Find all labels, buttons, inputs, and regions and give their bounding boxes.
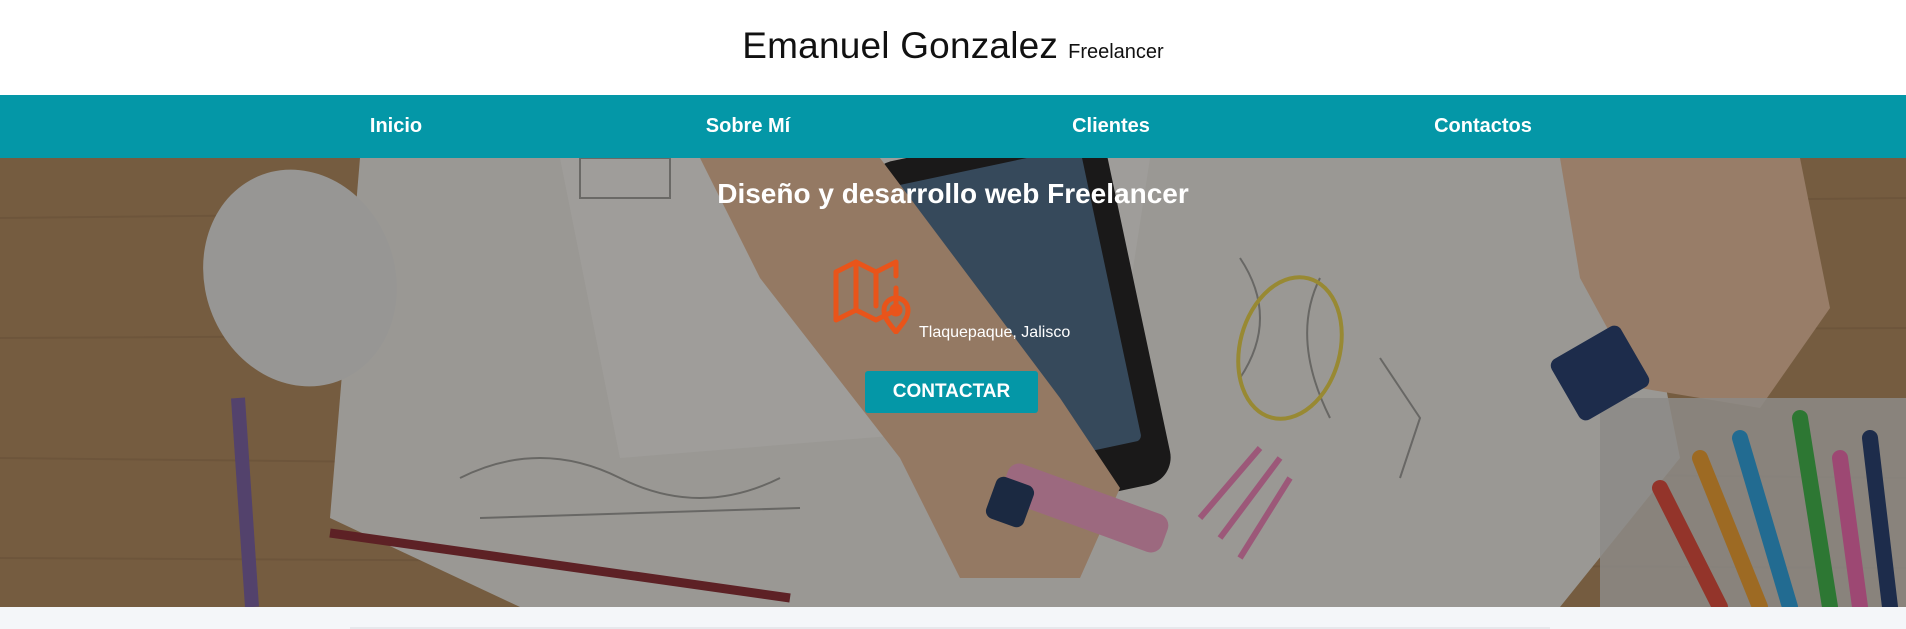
- main-nav: Inicio Sobre Mí Clientes Contactos: [0, 95, 1906, 158]
- brand: Emanuel Gonzalez Freelancer: [742, 25, 1163, 67]
- nav-item-contactos[interactable]: Contactos: [1434, 95, 1532, 158]
- hero-title: Diseño y desarrollo web Freelancer: [717, 178, 1189, 209]
- hero-section: Diseño y desarrollo web Freelancer Tlaqu…: [0, 158, 1906, 607]
- next-section: [0, 607, 1906, 629]
- nav-item-inicio[interactable]: Inicio: [370, 95, 422, 158]
- map-location-icon: [833, 259, 911, 334]
- brand-subtitle: Freelancer: [1068, 40, 1164, 63]
- location-text: Tlaquepaque, Jalisco: [919, 324, 1071, 341]
- site-header: Emanuel Gonzalez Freelancer: [0, 0, 1906, 95]
- nav-item-sobre-mi[interactable]: Sobre Mí: [706, 95, 790, 158]
- brand-name: Emanuel Gonzalez: [742, 24, 1059, 66]
- contactar-button[interactable]: CONTACTAR: [865, 371, 1038, 413]
- nav-item-clientes[interactable]: Clientes: [1072, 95, 1150, 158]
